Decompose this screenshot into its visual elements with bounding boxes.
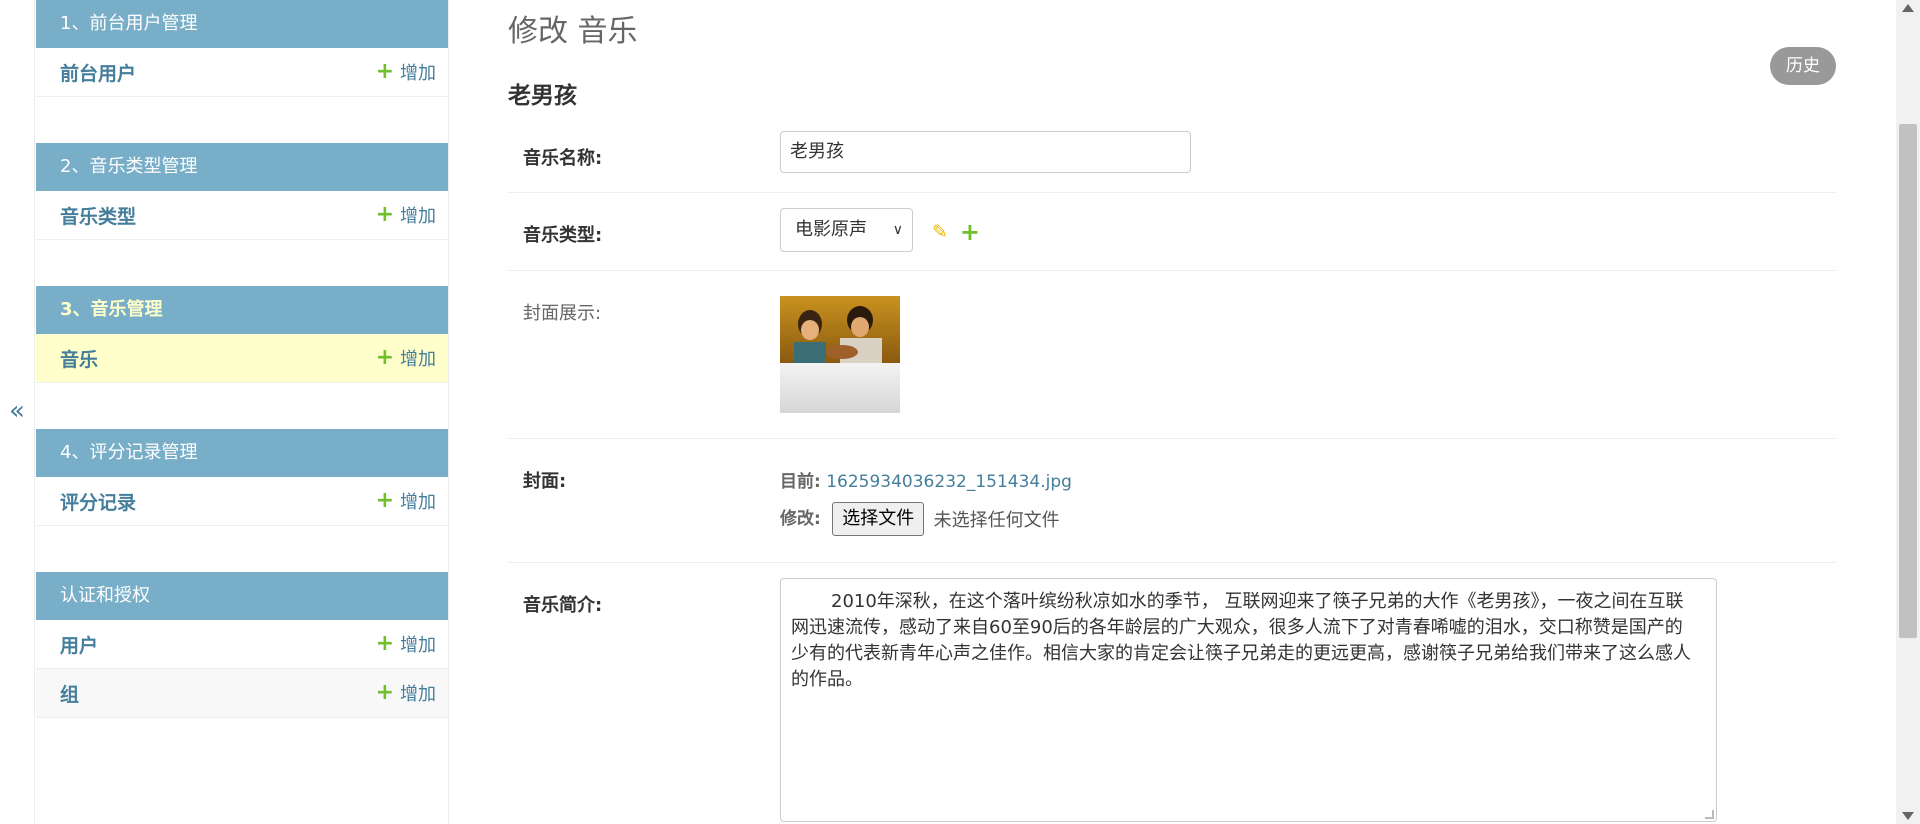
plus-icon: +: [375, 59, 394, 84]
model-link[interactable]: 组: [60, 680, 79, 707]
scroll-down-arrow-icon[interactable]: [1902, 812, 1914, 820]
sidebar-item-users: 用户 + 增加: [36, 620, 448, 669]
form-row-cover-file: 封面: 目前: 1625934036232_151434.jpg 修改: 选择文…: [508, 439, 1836, 563]
intro-text: 2010年深秋，在这个落叶缤纷秋凉如水的季节， 互联网迎来了筷子兄弟的大作《老男…: [791, 591, 1691, 690]
plus-icon: +: [375, 345, 394, 370]
add-label: 增加: [400, 63, 436, 84]
no-file-text: 未选择任何文件: [933, 510, 1060, 531]
cover-image: [780, 296, 900, 413]
scroll-up-arrow-icon[interactable]: [1902, 4, 1914, 12]
cover-label: 封面:: [523, 471, 567, 492]
current-file-line: 目前: 1625934036232_151434.jpg: [780, 467, 1072, 492]
change-form: 音乐名称: 老男孩 音乐类型: 电影原声 ∨ ✎ + 封面展示: 封面: 目前:…: [508, 117, 1836, 823]
edit-related-pencil-icon[interactable]: ✎: [932, 221, 948, 243]
change-file-label: 修改:: [780, 509, 821, 529]
related-widget-icons: ✎ +: [932, 220, 980, 244]
current-file-link[interactable]: 1625934036232_151434.jpg: [826, 472, 1072, 492]
add-related-plus-icon[interactable]: +: [960, 220, 980, 244]
form-row-name: 音乐名称: 老男孩: [508, 117, 1836, 193]
choose-file-button[interactable]: 选择文件: [832, 502, 925, 536]
resize-handle-icon[interactable]: [1705, 810, 1714, 819]
sidebar-item-rating-record: 评分记录 + 增加: [36, 477, 448, 526]
page-title: 修改 音乐: [508, 14, 638, 49]
page-scrollbar[interactable]: [1896, 0, 1920, 824]
module-caption[interactable]: 认证和授权: [36, 572, 448, 620]
form-row-type: 音乐类型: 电影原声 ∨ ✎ +: [508, 193, 1836, 271]
scroll-thumb[interactable]: [1899, 124, 1917, 638]
model-link[interactable]: 前台用户: [60, 59, 136, 86]
form-row-cover-display: 封面展示:: [508, 271, 1836, 439]
plus-icon: +: [375, 202, 394, 227]
add-label: 增加: [400, 206, 436, 227]
sidebar-item-music-type: 音乐类型 + 增加: [36, 191, 448, 240]
add-label: 增加: [400, 684, 436, 705]
current-file-label: 目前:: [780, 472, 821, 492]
module-caption[interactable]: 3、音乐管理: [36, 286, 448, 334]
type-field-wrap: 电影原声 ∨ ✎ +: [780, 208, 980, 252]
cover-file-wrap: 目前: 1625934036232_151434.jpg 修改: 选择文件 未选…: [780, 467, 1072, 536]
add-link[interactable]: + 增加: [376, 59, 436, 85]
add-label: 增加: [400, 349, 436, 370]
main-content: 修改 音乐 历史 老男孩 音乐名称: 老男孩 音乐类型: 电影原声 ∨ ✎ +: [508, 0, 1836, 824]
plus-icon: +: [375, 680, 394, 705]
model-link[interactable]: 用户: [60, 631, 98, 658]
sidebar-collapse-strip: «: [0, 0, 35, 824]
add-link[interactable]: + 增加: [376, 631, 436, 657]
history-button[interactable]: 历史: [1770, 47, 1836, 85]
module-caption[interactable]: 1、前台用户管理: [36, 0, 448, 48]
model-link[interactable]: 音乐类型: [60, 202, 136, 229]
add-link[interactable]: + 增加: [376, 345, 436, 371]
plus-icon: +: [375, 488, 394, 513]
sidebar-item-frontend-user: 前台用户 + 增加: [36, 48, 448, 97]
name-label: 音乐名称:: [523, 148, 603, 169]
plus-icon: +: [375, 631, 394, 656]
intro-label: 音乐简介:: [523, 595, 603, 616]
add-label: 增加: [400, 492, 436, 513]
module-frontend-users: 1、前台用户管理 前台用户 + 增加: [36, 0, 448, 97]
module-music: 3、音乐管理 音乐 + 增加: [36, 286, 448, 383]
cover-display-wrap: [780, 296, 900, 413]
add-link[interactable]: + 增加: [376, 680, 436, 706]
add-label: 增加: [400, 635, 436, 656]
cover-display-label: 封面展示:: [523, 303, 602, 324]
add-link[interactable]: + 增加: [376, 202, 436, 228]
model-link[interactable]: 音乐: [60, 345, 98, 372]
model-link[interactable]: 评分记录: [60, 488, 136, 515]
sidebar-item-music: 音乐 + 增加: [36, 334, 448, 383]
module-ratings: 4、评分记录管理 评分记录 + 增加: [36, 429, 448, 526]
type-select[interactable]: 电影原声 ∨: [780, 208, 913, 252]
type-selected-value: 电影原声: [795, 219, 867, 240]
name-input[interactable]: 老男孩: [780, 131, 1191, 173]
change-file-line: 修改: 选择文件 未选择任何文件: [780, 502, 1072, 536]
add-link[interactable]: + 增加: [376, 488, 436, 514]
intro-textarea[interactable]: 2010年深秋，在这个落叶缤纷秋凉如水的季节， 互联网迎来了筷子兄弟的大作《老男…: [780, 578, 1717, 822]
sidebar-item-groups: 组 + 增加: [36, 669, 448, 718]
form-row-intro: 音乐简介: 2010年深秋，在这个落叶缤纷秋凉如水的季节， 互联网迎来了筷子兄弟…: [508, 563, 1836, 823]
module-auth: 认证和授权 用户 + 增加 组 + 增加: [36, 572, 448, 718]
collapse-sidebar-toggle[interactable]: «: [9, 398, 25, 424]
name-field-wrap: 老男孩: [780, 131, 1191, 173]
module-caption[interactable]: 2、音乐类型管理: [36, 143, 448, 191]
module-music-types: 2、音乐类型管理 音乐类型 + 增加: [36, 143, 448, 240]
type-label: 音乐类型:: [523, 225, 603, 246]
object-title: 老男孩: [508, 83, 577, 109]
module-caption[interactable]: 4、评分记录管理: [36, 429, 448, 477]
chevron-down-icon: ∨: [892, 222, 903, 238]
sidebar-nav: 1、前台用户管理 前台用户 + 增加 2、音乐类型管理 音乐类型 + 增加 3、音乐…: [36, 0, 449, 824]
intro-field-wrap: 2010年深秋，在这个落叶缤纷秋凉如水的季节， 互联网迎来了筷子兄弟的大作《老男…: [780, 578, 1717, 822]
